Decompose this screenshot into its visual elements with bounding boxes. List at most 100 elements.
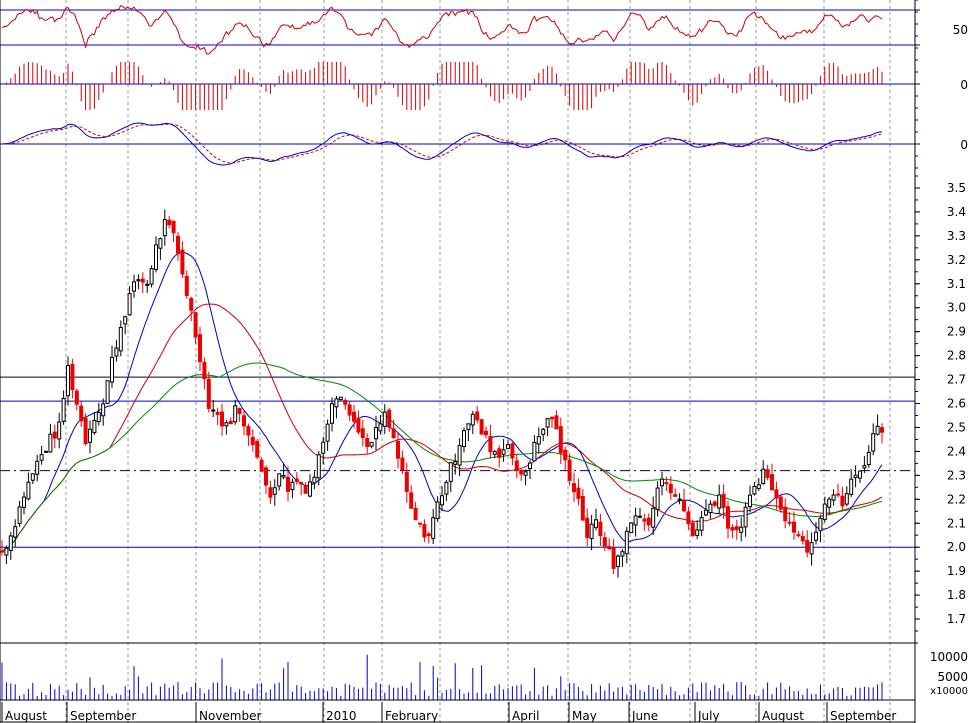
candle-body bbox=[642, 518, 647, 522]
candle-body bbox=[299, 482, 304, 485]
candle-body bbox=[338, 396, 343, 401]
candle-body bbox=[250, 436, 255, 445]
month-label: February bbox=[385, 709, 438, 723]
candle-body bbox=[334, 398, 339, 408]
candle-body bbox=[220, 411, 224, 427]
candle-body bbox=[880, 427, 884, 433]
candle-body bbox=[61, 397, 66, 422]
candle-body bbox=[162, 219, 167, 237]
macd-panel bbox=[0, 122, 915, 166]
candle-body bbox=[132, 281, 136, 292]
price-tick-label: 2.4 bbox=[947, 444, 966, 458]
candle-body bbox=[774, 489, 779, 499]
candle-body bbox=[8, 535, 13, 551]
candle-body bbox=[673, 494, 678, 497]
candle-body bbox=[435, 501, 440, 520]
candle-body bbox=[818, 517, 823, 532]
rsi-tick-label: 50 bbox=[953, 23, 968, 37]
candle-body bbox=[651, 507, 656, 528]
candle-body bbox=[30, 473, 35, 481]
candle-body bbox=[228, 420, 233, 425]
candle-body bbox=[871, 433, 876, 452]
candle-body bbox=[369, 441, 374, 447]
candle-body bbox=[849, 478, 854, 495]
candle-body bbox=[343, 399, 348, 405]
candle-body bbox=[96, 412, 101, 423]
candle-body bbox=[48, 433, 53, 453]
candle-body bbox=[136, 279, 141, 282]
candle-body bbox=[730, 527, 735, 531]
candle-body bbox=[858, 470, 862, 479]
volume-tick-label: 10000 bbox=[930, 650, 968, 664]
candle-body bbox=[506, 444, 510, 449]
candle-body bbox=[35, 460, 40, 475]
candle-body bbox=[752, 485, 757, 495]
candle-body bbox=[347, 404, 352, 416]
candle-body bbox=[127, 293, 132, 316]
candle-body bbox=[224, 422, 229, 427]
candle-body bbox=[664, 482, 669, 485]
candle-body bbox=[704, 509, 708, 516]
candle-body bbox=[325, 423, 330, 442]
candle-body bbox=[118, 326, 123, 352]
candle-body bbox=[57, 421, 62, 440]
candle-body bbox=[382, 411, 387, 427]
candle-body bbox=[844, 493, 849, 505]
price-tick-label: 3.4 bbox=[947, 205, 966, 219]
candle-body bbox=[695, 529, 700, 536]
histogram-tick-label: 0 bbox=[960, 78, 968, 92]
candle-body bbox=[167, 219, 172, 226]
candle-body bbox=[448, 462, 453, 482]
candle-body bbox=[690, 522, 695, 536]
candle-body bbox=[184, 275, 189, 297]
candle-body bbox=[550, 416, 554, 420]
candle-body bbox=[787, 521, 792, 524]
candle-body bbox=[792, 521, 796, 533]
candle-body bbox=[123, 316, 128, 325]
candle-body bbox=[294, 478, 299, 482]
candle-body bbox=[22, 496, 26, 508]
candle-body bbox=[677, 498, 682, 501]
price-tick-label: 1.8 bbox=[947, 588, 966, 602]
candle-body bbox=[352, 411, 356, 422]
candle-body bbox=[391, 428, 396, 439]
candle-body bbox=[374, 427, 378, 440]
candle-body bbox=[110, 356, 114, 383]
price-tick-label: 1.9 bbox=[947, 564, 966, 578]
candle-body bbox=[171, 220, 176, 234]
candle-body bbox=[765, 469, 770, 478]
candle-body bbox=[259, 459, 264, 472]
candle-body bbox=[646, 517, 651, 526]
candle-body bbox=[242, 415, 246, 427]
candle-body bbox=[215, 411, 220, 415]
candle-body bbox=[114, 347, 119, 357]
candle-body bbox=[620, 551, 625, 557]
candle-body bbox=[866, 451, 871, 466]
price-tick-label: 3.5 bbox=[947, 181, 966, 195]
candle-body bbox=[576, 487, 581, 499]
candle-body bbox=[74, 390, 79, 405]
candle-body bbox=[827, 498, 832, 508]
candle-body bbox=[563, 449, 568, 461]
candle-body bbox=[4, 547, 9, 556]
stock-chart: 50 0 0 10000 5000 x10000 3.5 3.4 3.3 3.2 3.1… bbox=[0, 0, 968, 723]
price-tick-label: 2.2 bbox=[947, 492, 966, 506]
month-label: April bbox=[512, 709, 539, 723]
candle-body bbox=[268, 487, 273, 498]
candle-body bbox=[180, 249, 185, 275]
candle-body bbox=[668, 483, 673, 494]
price-tick-label: 2.1 bbox=[947, 516, 966, 530]
candle-body bbox=[70, 364, 75, 390]
candle-body bbox=[426, 533, 431, 537]
rsi-panel bbox=[0, 4, 915, 55]
month-label: September bbox=[830, 709, 896, 723]
price-tick-label: 2.8 bbox=[947, 349, 966, 363]
moving-average-line bbox=[1, 303, 883, 553]
price-tick-label: 3.0 bbox=[947, 301, 966, 315]
candle-body bbox=[761, 468, 766, 484]
candle-body bbox=[440, 495, 444, 506]
candle-body bbox=[743, 506, 748, 528]
candle-body bbox=[444, 481, 449, 495]
candle-body bbox=[822, 503, 827, 521]
candle-body bbox=[585, 517, 590, 538]
